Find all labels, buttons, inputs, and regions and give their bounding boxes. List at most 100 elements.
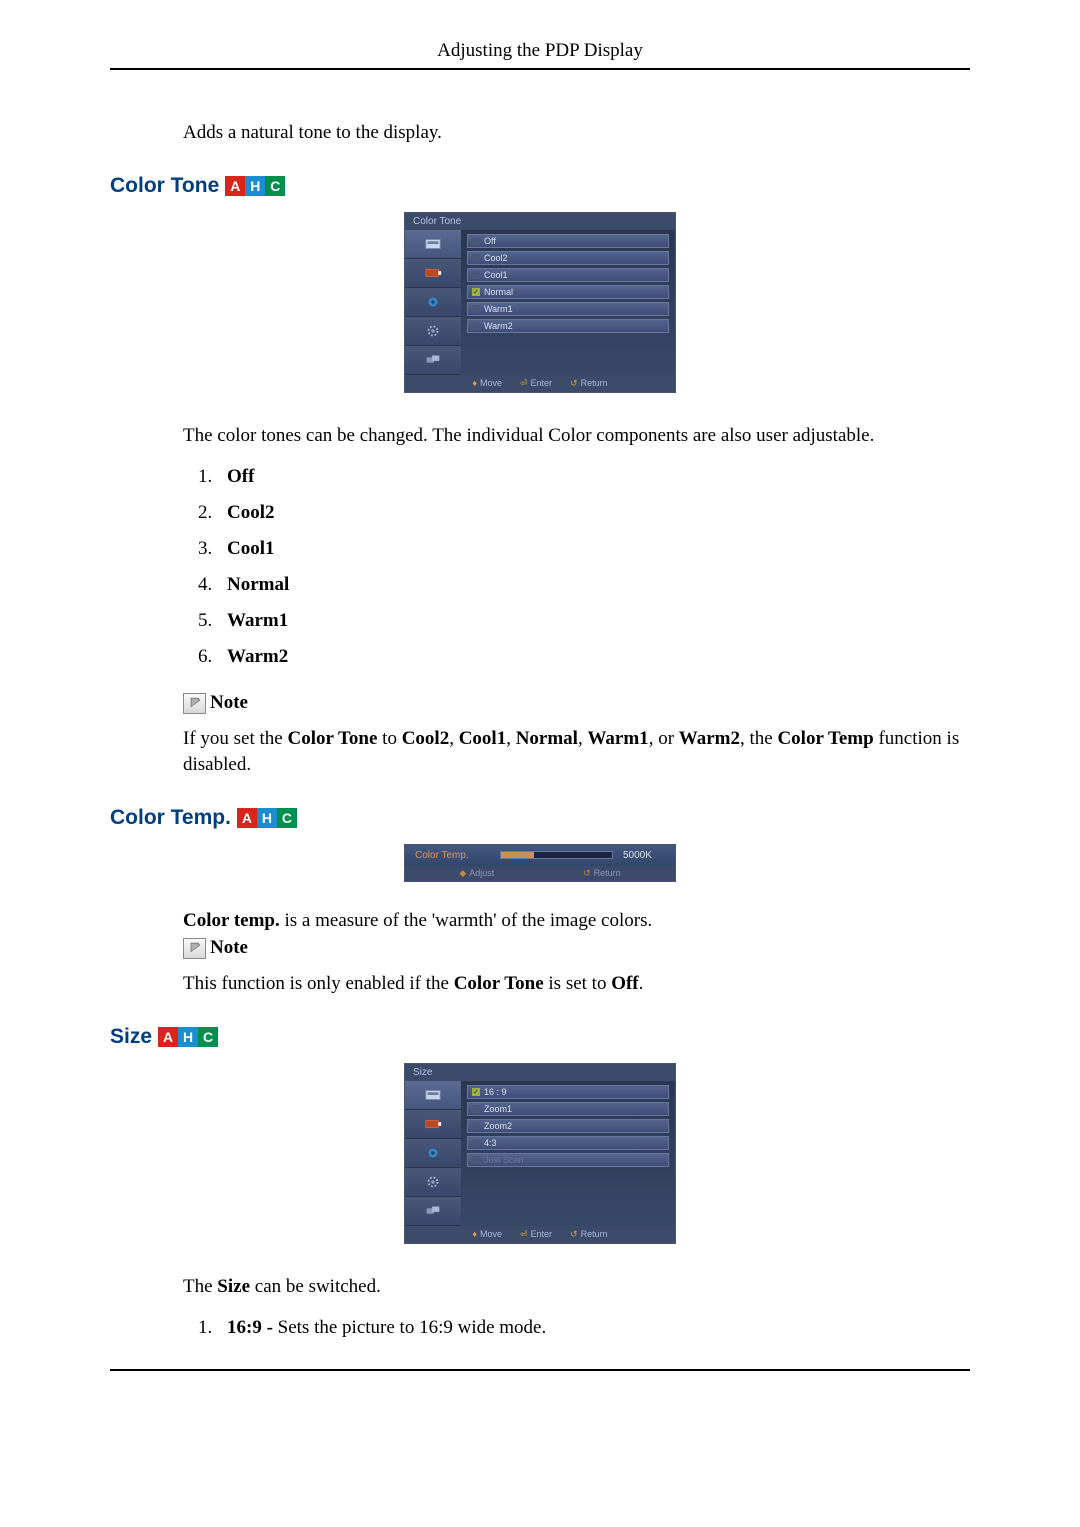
color-tone-list: Off Cool2 Cool1 Normal Warm1 Warm2 — [217, 466, 970, 668]
list-item: Off — [217, 466, 970, 488]
badge-c: C — [277, 808, 297, 828]
osd-footer-move: ♦Move — [472, 1229, 502, 1240]
osd-option: Zoom2 — [467, 1119, 669, 1133]
section-heading-color-tone: Color Tone A H C — [110, 174, 970, 198]
list-item: Warm1 — [217, 610, 970, 632]
list-item: Cool2 — [217, 502, 970, 524]
color-temp-description: Color temp. is a measure of the 'warmth'… — [183, 908, 970, 934]
osd-size: Size ✓16 : 9 Zoom1 Zoom2 4:3 Just Scan ♦… — [404, 1063, 676, 1244]
badge-c: C — [198, 1027, 218, 1047]
osd-option: Cool2 — [467, 251, 669, 265]
osd-option-label: Warm1 — [484, 304, 513, 314]
osd-footer: ♦Move ⏎Enter ↺Return — [405, 375, 675, 392]
checkbox-empty — [472, 1156, 480, 1164]
osd-footer-enter: ⏎Enter — [520, 1229, 552, 1240]
badge-a: A — [237, 808, 257, 828]
checkbox-empty — [472, 305, 480, 313]
osd-sidebar-multi-icon — [405, 1197, 461, 1226]
osd-option: Cool1 — [467, 268, 669, 282]
osd-sidebar-setup-icon — [405, 1168, 461, 1197]
osd-footer-move: ♦Move — [472, 378, 502, 389]
osd-option: Warm1 — [467, 302, 669, 316]
section-heading-color-temp: Color Temp. A H C — [110, 806, 970, 830]
badge-c: C — [265, 176, 285, 196]
osd-footer-return: ↺Return — [570, 378, 608, 389]
section-heading-size: Size A H C — [110, 1025, 970, 1049]
ahc-badges: A H C — [225, 176, 285, 196]
osd-sidebar — [405, 230, 461, 375]
osd-sidebar-sound-icon — [405, 288, 461, 317]
osd-option-label: Cool1 — [484, 270, 508, 280]
osd-footer-return: ↺Return — [570, 1229, 608, 1240]
osd-sidebar-multi-icon — [405, 346, 461, 375]
osd-sidebar-picture-icon — [405, 230, 461, 259]
osd-option-disabled: Just Scan — [467, 1153, 669, 1167]
checkbox-empty — [472, 254, 480, 262]
page-title: Adjusting the PDP Display — [110, 40, 970, 70]
heading-label: Color Temp. — [110, 806, 231, 830]
badge-a: A — [158, 1027, 178, 1047]
note-label: Note — [210, 692, 248, 714]
checkbox-empty — [472, 271, 480, 279]
osd-option-label: 16 : 9 — [484, 1087, 507, 1097]
osd-option: Zoom1 — [467, 1102, 669, 1116]
footer-rule — [110, 1369, 970, 1371]
note-icon — [183, 693, 206, 714]
osd-footer-enter: ⏎Enter — [520, 378, 552, 389]
checkbox-empty — [472, 1122, 480, 1130]
osd-option: ✓16 : 9 — [467, 1085, 669, 1099]
osd-option-label: Zoom2 — [484, 1121, 512, 1131]
osd-small-label: Color Temp. — [415, 850, 490, 861]
osd-title: Color Tone — [405, 213, 675, 230]
osd-option-label: Just Scan — [484, 1155, 524, 1165]
osd-options: Off Cool2 Cool1 ✓ Normal Warm1 Warm2 — [461, 230, 675, 375]
list-item: Warm2 — [217, 646, 970, 668]
osd-option-label: Off — [484, 236, 496, 246]
ahc-badges: A H C — [237, 808, 297, 828]
osd-option-label: Warm2 — [484, 321, 513, 331]
osd-option: Warm2 — [467, 319, 669, 333]
osd-option-label: Normal — [484, 287, 513, 297]
heading-label: Size — [110, 1025, 152, 1049]
list-item: Normal — [217, 574, 970, 596]
osd-options: ✓16 : 9 Zoom1 Zoom2 4:3 Just Scan — [461, 1081, 675, 1226]
osd-sidebar-sound-icon — [405, 1139, 461, 1168]
checkbox-empty — [472, 322, 480, 330]
checkbox-empty — [472, 1105, 480, 1113]
checkbox-empty — [472, 1139, 480, 1147]
osd-color-tone: Color Tone Off Cool2 Cool1 ✓ Normal Warm1… — [404, 212, 676, 393]
badge-h: H — [245, 176, 265, 196]
badge-h: H — [257, 808, 277, 828]
osd-color-temp: Color Temp. 5000K ◆Adjust ↺Return — [404, 844, 676, 882]
color-tone-description: The color tones can be changed. The indi… — [183, 423, 970, 449]
osd-small-footer: ◆Adjust ↺Return — [405, 866, 675, 881]
color-tone-note-text: If you set the Color Tone to Cool2, Cool… — [183, 726, 970, 777]
checkbox-checked-icon: ✓ — [472, 288, 480, 296]
osd-option-label: Cool2 — [484, 253, 508, 263]
heading-label: Color Tone — [110, 174, 219, 198]
checkbox-empty — [472, 237, 480, 245]
note-label: Note — [210, 937, 248, 959]
osd-sidebar-input-icon — [405, 259, 461, 288]
ahc-badges: A H C — [158, 1027, 218, 1047]
badge-h: H — [178, 1027, 198, 1047]
osd-option-label: 4:3 — [484, 1138, 497, 1148]
note-block: Note — [183, 937, 970, 959]
size-description: The Size can be switched. — [183, 1274, 970, 1300]
list-item: 16:9 - Sets the picture to 16:9 wide mod… — [217, 1317, 970, 1339]
osd-option: Off — [467, 234, 669, 248]
page-header: Adjusting the PDP Display — [110, 40, 970, 70]
size-list: 16:9 - Sets the picture to 16:9 wide mod… — [217, 1317, 970, 1339]
osd-footer: ♦Move ⏎Enter ↺Return — [405, 1226, 675, 1243]
note-icon — [183, 938, 206, 959]
osd-footer-return: ↺Return — [583, 868, 621, 879]
osd-sidebar-setup-icon — [405, 317, 461, 346]
osd-option-label: Zoom1 — [484, 1104, 512, 1114]
osd-footer-adjust: ◆Adjust — [459, 868, 494, 879]
osd-slider-value: 5000K — [623, 850, 665, 861]
osd-slider — [500, 851, 613, 859]
note-block: Note — [183, 692, 970, 714]
osd-title: Size — [405, 1064, 675, 1081]
osd-option: 4:3 — [467, 1136, 669, 1150]
color-temp-note-text: This function is only enabled if the Col… — [183, 971, 970, 997]
